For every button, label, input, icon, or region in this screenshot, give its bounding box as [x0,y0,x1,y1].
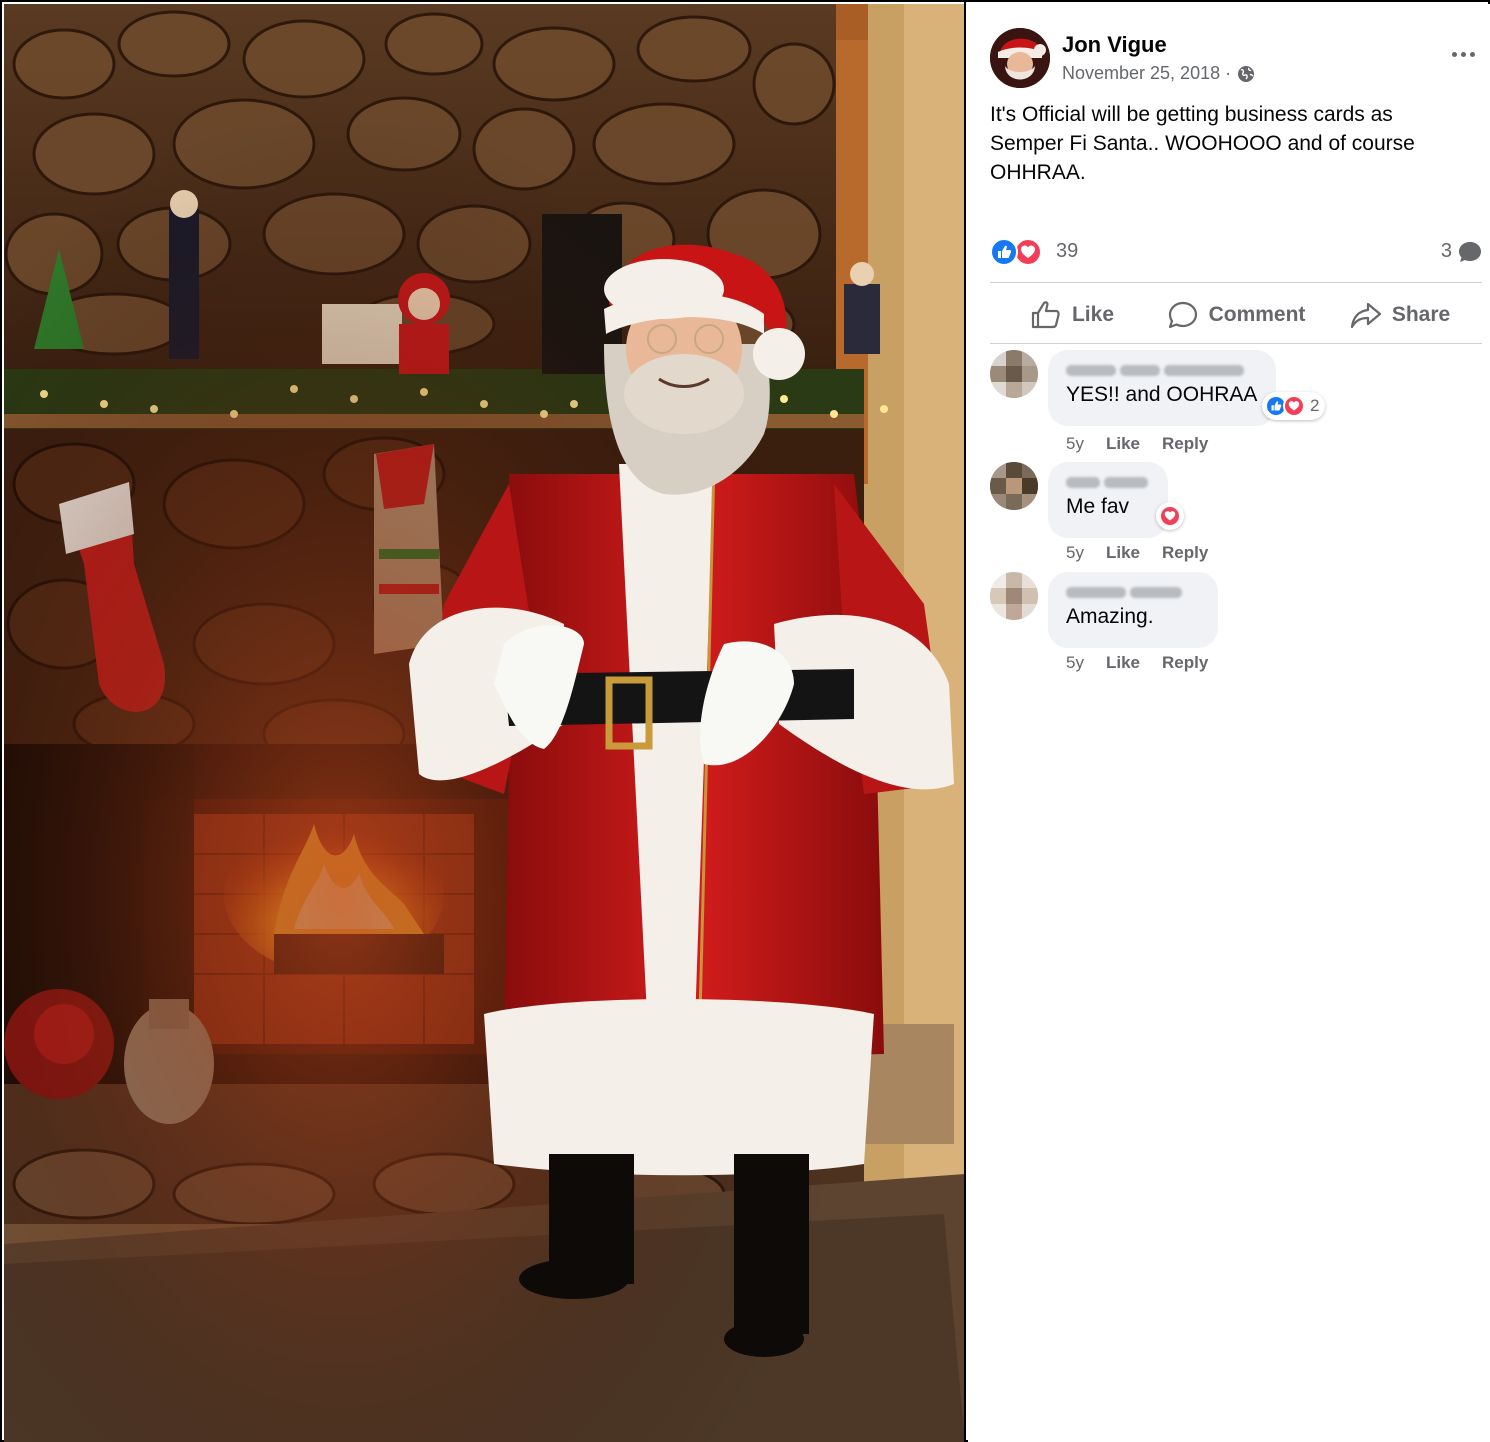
santa-avatar-image [990,28,1050,88]
comment-text: Me fav [1066,495,1130,518]
pixelated-avatar-image [990,350,1038,398]
comment-age[interactable]: 5y [1066,543,1084,563]
dot-icon [1469,51,1475,57]
post-viewer: Jon Vigue November 25, 2018 · It's Offic… [0,0,1490,1442]
separator [990,282,1482,283]
post-photo[interactable] [4,4,965,1442]
post-panel: Jon Vigue November 25, 2018 · It's Offic… [968,4,1490,1442]
comment-age[interactable]: 5y [1066,653,1084,673]
comment-like-button[interactable]: Like [1106,434,1140,454]
comment-text: YES!! and OOHRAA [1066,383,1258,406]
comment-button[interactable]: Comment [1154,292,1318,338]
santa-fireplace-photo [4,4,965,1442]
separator [990,343,1482,344]
commenter-name-blurred[interactable] [1066,360,1258,380]
like-button[interactable]: Like [990,292,1154,338]
comment-text: Amazing. [1066,605,1154,628]
love-reaction-icon [1014,238,1042,266]
comment-reply-button[interactable]: Reply [1162,653,1208,673]
more-options-button[interactable] [1448,42,1478,66]
reaction-icons[interactable] [990,238,1050,266]
comment-bubble: YES!! and OOHRAA [1048,350,1276,426]
commenter-avatar[interactable] [990,572,1038,620]
author-name[interactable]: Jon Vigue [1062,32,1167,58]
comment-reply-button[interactable]: Reply [1162,543,1208,563]
pixelated-avatar-image [990,462,1038,510]
comment-actions: 5y Like Reply [1066,653,1208,673]
pixelated-avatar-image [990,572,1038,620]
post-date[interactable]: November 25, 2018 · [1062,63,1231,84]
comment-bubble: Amazing. [1048,572,1218,648]
comment-actions: 5y Like Reply [1066,543,1208,563]
thumbs-up-icon [1031,301,1060,329]
love-reaction-icon [1283,395,1305,417]
comment-reactions[interactable] [1156,502,1184,530]
comment-count[interactable]: 3 [1441,240,1482,263]
like-reaction-icon [990,238,1018,266]
commenter-avatar[interactable] [990,462,1038,510]
reactions-summary: 39 3 [990,236,1482,268]
post-actions: Like Comment Share [990,292,1482,338]
post-header: Jon Vigue November 25, 2018 · [990,28,1475,90]
comment-icon [1168,301,1197,329]
globe-icon [1238,65,1255,82]
dot-icon [1451,51,1457,57]
share-button[interactable]: Share [1318,292,1482,338]
comment-count-number: 3 [1440,240,1452,262]
comment-bubble: Me fav [1048,462,1168,538]
comment-reply-button[interactable]: Reply [1162,434,1208,454]
comment-age[interactable]: 5y [1066,434,1084,454]
comment-actions: 5y Like Reply [1066,434,1208,454]
love-reaction-icon [1159,505,1181,527]
commenter-name-blurred[interactable] [1066,582,1200,602]
comment-reactions[interactable]: 2 [1262,392,1326,420]
commenter-name-blurred[interactable] [1066,472,1150,492]
like-label: Like [1071,303,1115,326]
comment-like-button[interactable]: Like [1106,653,1140,673]
comment-bubble-icon [1459,241,1481,262]
photo-divider [964,2,966,1442]
dot-icon [1460,51,1466,57]
comment-reaction-count: 2 [1310,396,1320,415]
post-text: It's Official will be getting business c… [990,103,1415,184]
author-avatar[interactable] [990,28,1050,88]
reaction-count[interactable]: 39 [1056,240,1078,263]
share-icon [1350,302,1381,329]
share-label: Share [1391,303,1451,326]
comment-like-button[interactable]: Like [1106,543,1140,563]
comment-label: Comment [1208,303,1306,326]
commenter-avatar[interactable] [990,350,1038,398]
post-meta: November 25, 2018 · [1062,63,1255,84]
